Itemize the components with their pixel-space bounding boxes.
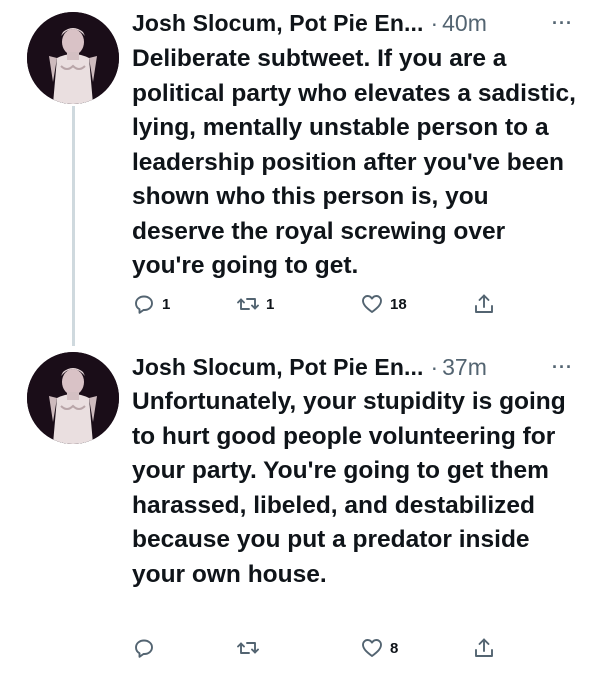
retweet-count: 1 <box>266 295 275 313</box>
timestamp[interactable]: 37m <box>442 354 487 381</box>
retweet-button[interactable] <box>236 633 266 663</box>
tweet-header: Josh Slocum, Pot Pie En... · 40m ··· <box>132 6 577 40</box>
like-count: 8 <box>390 639 399 657</box>
more-dots-icon[interactable]: ··· <box>552 13 577 34</box>
reply-button[interactable] <box>132 633 162 663</box>
tweet-text: Deliberate subtweet. If you are a politi… <box>132 45 576 279</box>
share-upload-icon <box>475 638 493 657</box>
avatar[interactable] <box>27 12 119 104</box>
reply-count: 1 <box>162 295 171 313</box>
share-button[interactable] <box>472 289 496 319</box>
tweet-actions: 8 <box>124 633 544 663</box>
heart-icon <box>362 295 382 313</box>
avatar-image-icon <box>27 12 119 104</box>
reply-button[interactable]: 1 <box>132 289 170 319</box>
tweet-actions: 1 1 18 <box>124 289 544 319</box>
header-separator: · <box>430 9 439 36</box>
author-name[interactable]: Josh Slocum, Pot Pie En... <box>132 354 423 381</box>
avatar[interactable] <box>27 352 119 444</box>
timestamp[interactable]: 40m <box>442 10 487 37</box>
tweet-text: Unfortunately, your stupidity is going t… <box>132 388 566 588</box>
tweet[interactable]: Josh Slocum, Pot Pie En... · 40m ··· Del… <box>0 0 599 335</box>
like-count: 18 <box>390 295 407 313</box>
share-button[interactable] <box>472 633 496 663</box>
avatar-image-icon <box>27 352 119 444</box>
author-name[interactable]: Josh Slocum, Pot Pie En... <box>132 10 423 37</box>
retweet-arrows-icon <box>237 298 259 310</box>
like-button[interactable]: 18 <box>360 289 407 319</box>
retweet-button[interactable]: 1 <box>236 289 274 319</box>
more-dots-icon[interactable]: ··· <box>552 357 577 378</box>
tweet[interactable]: Josh Slocum, Pot Pie En... · 37m ··· Unf… <box>0 338 599 680</box>
reply-bubble-icon <box>135 639 153 658</box>
retweet-arrows-icon <box>237 642 259 654</box>
tweet-header: Josh Slocum, Pot Pie En... · 37m ··· <box>132 350 577 384</box>
heart-icon <box>362 639 382 657</box>
share-upload-icon <box>475 294 493 313</box>
header-separator: · <box>430 353 439 380</box>
reply-bubble-icon <box>135 295 153 314</box>
like-button[interactable]: 8 <box>360 633 398 663</box>
